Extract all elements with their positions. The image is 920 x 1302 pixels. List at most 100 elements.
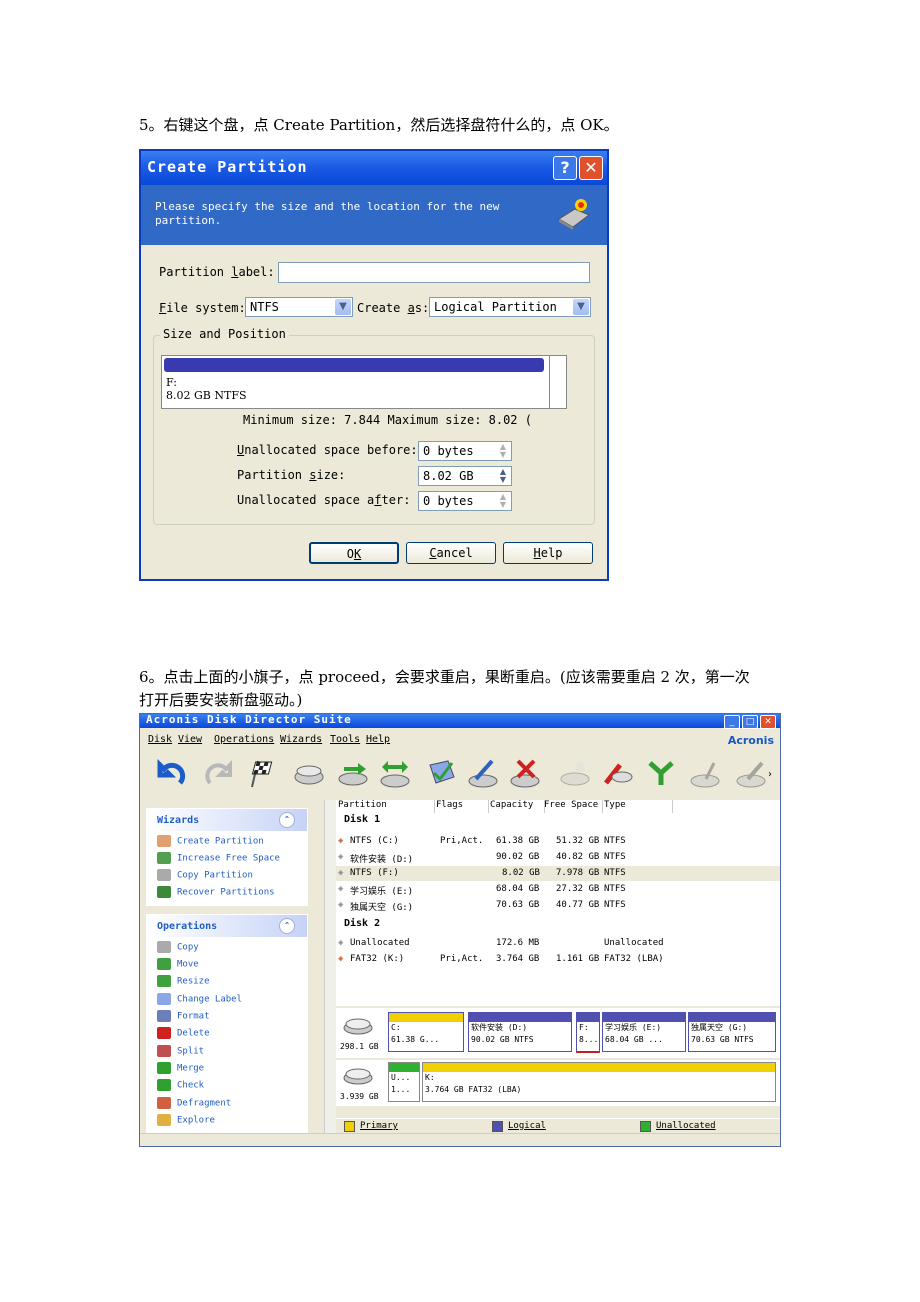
disk-icon: ◈	[338, 954, 344, 964]
collapse-icon[interactable]: ⌃	[279, 812, 295, 828]
collapse-icon[interactable]: ⌃	[279, 918, 295, 934]
maximize-button[interactable]: □	[742, 715, 758, 729]
partition-size-input[interactable]: 8.02 GB ▲ ▼	[418, 466, 512, 486]
check-disk-icon[interactable]	[688, 757, 722, 791]
file-system-select[interactable]: NTFS ▼	[245, 297, 353, 317]
col-capacity[interactable]: Capacity	[490, 800, 545, 813]
map-unallocated[interactable]: U... 1...	[388, 1062, 420, 1102]
wizard-recover-partitions[interactable]: Recover Partitions	[157, 886, 275, 898]
partition-bar[interactable]	[164, 358, 544, 372]
delete-partition-icon[interactable]	[508, 757, 542, 791]
change-label-icon[interactable]	[424, 757, 458, 791]
col-flags[interactable]: Flags	[436, 800, 489, 813]
create-as-select[interactable]: Logical Partition ▼	[429, 297, 591, 317]
col-partition[interactable]: Partition	[338, 800, 435, 813]
copy-partition-icon[interactable]	[292, 757, 326, 791]
cancel-button[interactable]: Cancel	[406, 542, 496, 564]
op-delete[interactable]: Delete	[157, 1027, 210, 1039]
chevron-down-icon[interactable]: ▼	[335, 299, 351, 315]
resize-partition-icon[interactable]	[378, 757, 412, 791]
new-partition-icon[interactable]	[558, 757, 592, 791]
wizard-increase-free-space[interactable]: Increase Free Space	[157, 852, 280, 864]
wizards-header[interactable]: Wizards ⌃	[147, 809, 307, 831]
op-merge[interactable]: Merge	[157, 1062, 204, 1074]
wizards-panel: Wizards ⌃ Create Partition Increase Free …	[146, 808, 308, 906]
map-partition-c[interactable]: C: 61.38 G...	[388, 1012, 464, 1052]
wizard-create-partition[interactable]: Create Partition	[157, 835, 264, 847]
table-row[interactable]: ◈ NTFS (C:) Pri,Act. 61.38 GB 51.32 GB NTFS	[336, 834, 780, 849]
menu-tools[interactable]: Tools	[330, 734, 360, 745]
op-defragment[interactable]: Defragment	[157, 1097, 231, 1109]
split-partition-icon[interactable]	[600, 757, 634, 791]
table-row[interactable]: ◈ FAT32 (K:) Pri,Act. 3.764 GB 1.161 GB FAT…	[336, 952, 780, 967]
map-partition-g[interactable]: 独属天空 (G:) 70.63 GB NTFS	[688, 1012, 776, 1052]
menu-disk[interactable]: Disk	[148, 734, 172, 745]
menu-view[interactable]: View	[178, 734, 202, 745]
ok-button[interactable]: OK	[309, 542, 399, 564]
commit-flag-icon[interactable]	[244, 757, 278, 791]
acronis-window: Acronis Disk Director Suite _ □ ✕ Disk V…	[139, 713, 781, 1147]
menu-help[interactable]: Help	[366, 734, 390, 745]
slider-right-handle[interactable]	[549, 356, 564, 408]
new-partition-icon	[558, 199, 590, 230]
help-button[interactable]: Help	[503, 542, 593, 564]
disk2-heading: Disk 2	[344, 918, 381, 929]
close-button[interactable]: ✕	[579, 156, 603, 180]
dialog-title-bar[interactable]: Create Partition ? ✕	[141, 151, 607, 185]
table-row[interactable]: ◈ 软件安装 (D:) 90.02 GB 40.82 GB NTFS	[336, 850, 780, 865]
map-partition-k[interactable]: K: 3.764 GB FAT32 (LBA)	[422, 1062, 776, 1102]
table-row[interactable]: ◈ 独属天空 (G:) 70.63 GB 40.77 GB NTFS	[336, 898, 780, 913]
hard-disk-icon	[343, 1068, 373, 1085]
map-partition-f[interactable]: F: 8...	[576, 1012, 600, 1053]
disk-icon: ◈	[338, 852, 344, 862]
move-partition-icon[interactable]	[336, 757, 370, 791]
col-type[interactable]: Type	[604, 800, 673, 813]
map-partition-e[interactable]: 学习娱乐 (E:) 68.04 GB ...	[602, 1012, 686, 1052]
op-change-label[interactable]: Change Label	[157, 993, 242, 1005]
partition-size-caption: Partition size:	[237, 468, 346, 482]
op-check[interactable]: Check	[157, 1079, 204, 1091]
partition-label-input[interactable]	[278, 262, 590, 283]
defragment-icon[interactable]	[734, 757, 768, 791]
table-row[interactable]: ◈ Unallocated 172.6 MB Unallocated	[336, 936, 780, 951]
col-free-space[interactable]: Free Space	[544, 800, 603, 813]
op-split[interactable]: Split	[157, 1045, 204, 1057]
op-move[interactable]: Move	[157, 958, 199, 970]
merge-partition-icon[interactable]	[644, 757, 678, 791]
table-row[interactable]: ◈ 学习娱乐 (E:) 68.04 GB 27.32 GB NTFS	[336, 882, 780, 897]
acronis-title-bar[interactable]: Acronis Disk Director Suite _ □ ✕	[140, 713, 780, 729]
operations-header[interactable]: Operations ⌃	[147, 915, 307, 937]
unallocated-after-input[interactable]: 0 bytes ▲ ▼	[418, 491, 512, 511]
op-explore[interactable]: Explore	[157, 1114, 215, 1126]
menu-operations[interactable]: Operations	[214, 734, 274, 745]
close-button[interactable]: ✕	[760, 715, 776, 729]
wizard-copy-partition[interactable]: Copy Partition	[157, 869, 253, 881]
create-as-caption: Create as:	[357, 301, 430, 315]
menu-wizards[interactable]: Wizards	[280, 734, 322, 745]
minimize-button[interactable]: _	[724, 715, 740, 729]
menu-bar: Disk View Operations Wizards Tools Help …	[140, 730, 780, 750]
op-format[interactable]: Format	[157, 1010, 210, 1022]
toolbar-more-icon[interactable]: ›	[768, 769, 772, 780]
table-row-selected[interactable]: ◈ NTFS (F:) 8.02 GB 7.978 GB NTFS	[336, 866, 780, 881]
legend-primary: Primary	[360, 1121, 398, 1131]
format-icon[interactable]	[466, 757, 500, 791]
step6-text-line2: 打开后要安装新盘驱动。)	[139, 691, 303, 709]
map-partition-d[interactable]: 软件安装 (D:) 90.02 GB NTFS	[468, 1012, 572, 1052]
op-copy[interactable]: Copy	[157, 941, 199, 953]
spinner-icon[interactable]: ▲ ▼	[496, 443, 510, 459]
create-as-value: Logical Partition	[434, 300, 557, 314]
disk-icon: ◈	[338, 868, 344, 878]
disk1-size: 298.1 GB	[340, 1042, 379, 1051]
chevron-down-icon[interactable]: ▼	[573, 299, 589, 315]
acronis-title: Acronis Disk Director Suite	[146, 713, 352, 726]
op-resize[interactable]: Resize	[157, 975, 210, 987]
unallocated-before-input[interactable]: 0 bytes ▲ ▼	[418, 441, 512, 461]
partition-position-slider[interactable]: F: 8.02 GB NTFS	[161, 355, 567, 409]
help-title-button[interactable]: ?	[553, 156, 577, 180]
dialog-title: Create Partition	[147, 158, 308, 176]
spinner-icon[interactable]: ▲ ▼	[496, 468, 510, 484]
undo-icon[interactable]	[154, 757, 188, 791]
spinner-icon[interactable]: ▲ ▼	[496, 493, 510, 509]
redo-icon[interactable]	[202, 757, 236, 791]
